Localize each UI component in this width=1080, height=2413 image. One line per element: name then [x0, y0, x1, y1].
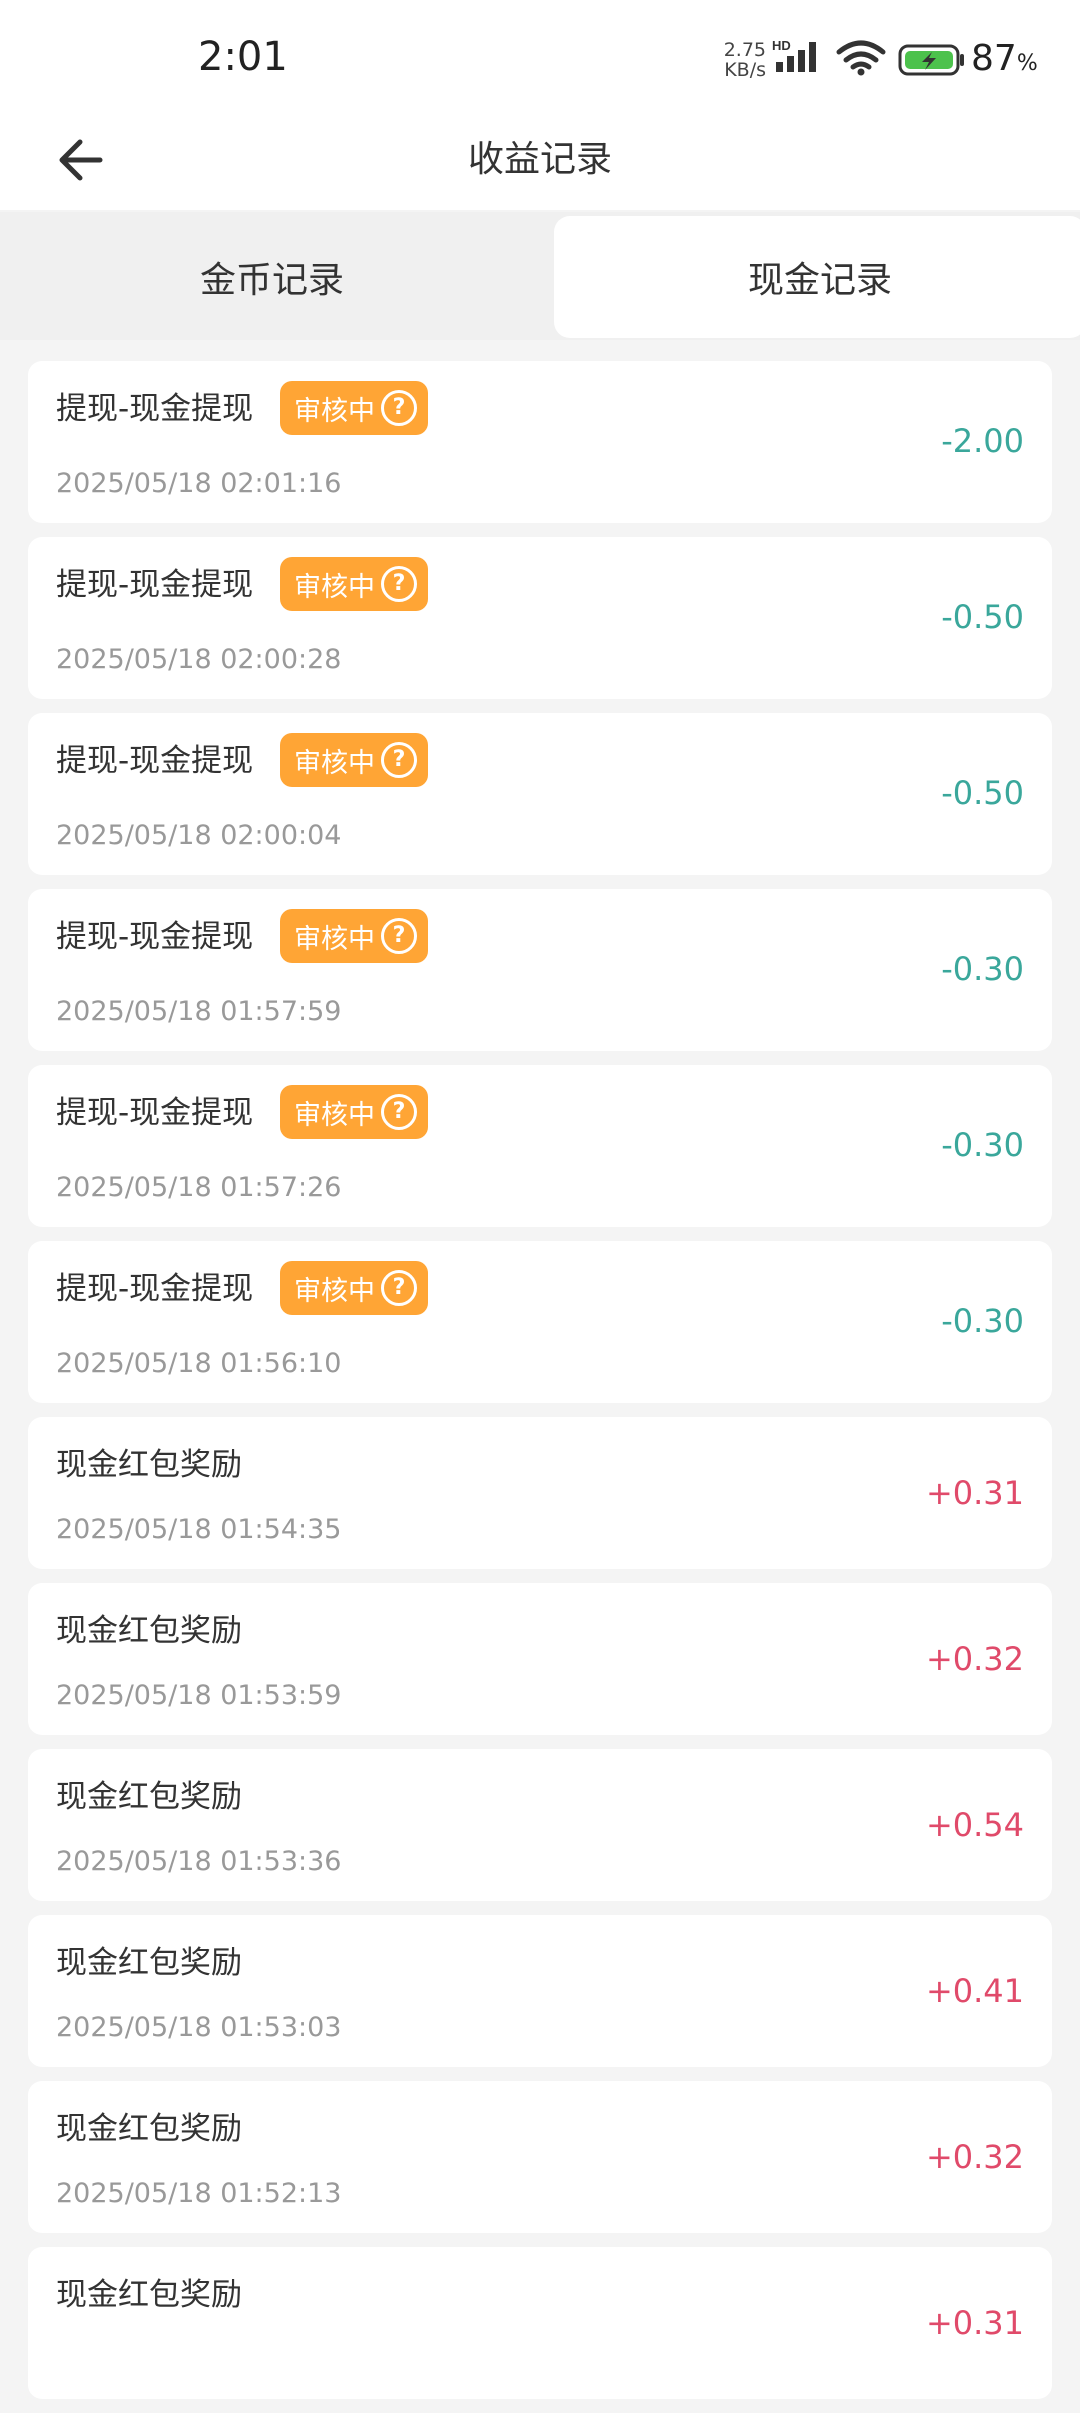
battery-percent-unit: % [1016, 51, 1038, 76]
status-badge-label: 审核中 [294, 1275, 375, 1307]
record-amount: +0.32 [925, 2138, 1024, 2176]
record-amount: -0.30 [941, 1126, 1024, 1164]
record-amount: +0.41 [925, 1972, 1024, 2010]
status-time: 2:01 [198, 34, 288, 80]
status-bar: 2:01 2.75 KB/s HD 87% [0, 0, 1080, 120]
record-title: 现金红包奖励 [56, 1779, 242, 1815]
record-time: 2025/05/18 01:54:35 [56, 1514, 342, 1545]
record-title: 现金红包奖励 [56, 2277, 242, 2313]
record-card[interactable]: 提现-现金提现 审核中? 2025/05/18 01:57:26 -0.30 [28, 1065, 1052, 1227]
record-card[interactable]: 现金红包奖励 2025/05/18 01:53:59 +0.32 [28, 1583, 1052, 1735]
record-title: 现金红包奖励 [56, 1613, 242, 1649]
record-amount: +0.54 [925, 1806, 1024, 1844]
record-time: 2025/05/18 02:01:16 [56, 468, 342, 499]
question-circle-icon[interactable]: ? [381, 566, 417, 602]
question-circle-icon[interactable]: ? [381, 1094, 417, 1130]
tab-coin-records[interactable]: 金币记录 [6, 216, 538, 338]
record-time: 2025/05/18 01:57:59 [56, 996, 342, 1027]
record-title: 现金红包奖励 [56, 1945, 242, 1981]
record-time: 2025/05/18 02:00:04 [56, 820, 342, 851]
record-title: 提现-现金提现 [56, 567, 254, 603]
record-card[interactable]: 现金红包奖励 2025/05/18 01:54:35 +0.31 [28, 1417, 1052, 1569]
svg-text:HD: HD [772, 38, 791, 53]
status-badge-label: 审核中 [294, 747, 375, 779]
status-badge-label: 审核中 [294, 923, 375, 955]
record-amount: -0.50 [941, 774, 1024, 812]
record-time: 2025/05/18 02:00:28 [56, 644, 342, 675]
record-title: 提现-现金提现 [56, 919, 254, 955]
record-card[interactable]: 提现-现金提现 审核中? 2025/05/18 02:00:28 -0.50 [28, 537, 1052, 699]
record-title: 提现-现金提现 [56, 391, 254, 427]
network-speed-value: 2.75 [723, 39, 766, 61]
record-title: 提现-现金提现 [56, 1271, 254, 1307]
record-card[interactable]: 提现-现金提现 审核中? 2025/05/18 01:56:10 -0.30 [28, 1241, 1052, 1403]
record-time: 2025/05/18 01:56:10 [56, 1348, 342, 1379]
tab-cash-records[interactable]: 现金记录 [554, 216, 1080, 338]
status-badge-label: 审核中 [294, 571, 375, 603]
network-speed-unit: KB/s [724, 59, 766, 81]
network-speed: 2.75 KB/s [722, 40, 766, 80]
record-amount: -0.30 [941, 950, 1024, 988]
record-title: 提现-现金提现 [56, 1095, 254, 1131]
status-badge-label: 审核中 [294, 395, 375, 427]
signal-icon: HD [772, 38, 816, 72]
record-amount: -2.00 [941, 422, 1024, 460]
header: 收益记录 [0, 120, 1080, 210]
record-card[interactable]: 现金红包奖励 2025/05/18 01:53:36 +0.54 [28, 1749, 1052, 1901]
wifi-icon [836, 40, 886, 76]
status-badge-label: 审核中 [294, 1099, 375, 1131]
record-amount: -0.50 [941, 598, 1024, 636]
record-amount: -0.30 [941, 1302, 1024, 1340]
record-card[interactable]: 现金红包奖励 +0.31 [28, 2247, 1052, 2399]
record-time: 2025/05/18 01:52:13 [56, 2178, 342, 2209]
question-circle-icon[interactable]: ? [381, 742, 417, 778]
record-amount: +0.31 [925, 2304, 1024, 2342]
status-badge[interactable]: 审核中? [280, 733, 428, 787]
battery-percent-value: 87 [971, 38, 1017, 79]
question-circle-icon[interactable]: ? [381, 918, 417, 954]
record-time: 2025/05/18 01:57:26 [56, 1172, 342, 1203]
battery-percent: 87% [971, 38, 1038, 79]
record-card[interactable]: 现金红包奖励 2025/05/18 01:53:03 +0.41 [28, 1915, 1052, 2067]
status-badge[interactable]: 审核中? [280, 909, 428, 963]
record-card[interactable]: 提现-现金提现 审核中? 2025/05/18 01:57:59 -0.30 [28, 889, 1052, 1051]
record-title: 现金红包奖励 [56, 2111, 242, 2147]
records-list: 提现-现金提现 审核中? 2025/05/18 02:01:16 -2.00 提现-现金… [28, 361, 1052, 2413]
question-circle-icon[interactable]: ? [381, 390, 417, 426]
record-title: 现金红包奖励 [56, 1447, 242, 1483]
record-amount: +0.32 [925, 1640, 1024, 1678]
status-badge[interactable]: 审核中? [280, 381, 428, 435]
battery-icon [898, 44, 964, 76]
record-time: 2025/05/18 01:53:36 [56, 1846, 342, 1877]
question-circle-icon[interactable]: ? [381, 1270, 417, 1306]
record-time: 2025/05/18 01:53:59 [56, 1680, 342, 1711]
page-title: 收益记录 [467, 139, 612, 180]
record-amount: +0.31 [925, 1474, 1024, 1512]
status-badge[interactable]: 审核中? [280, 557, 428, 611]
tab-bar: 金币记录 现金记录 [0, 212, 1080, 340]
record-time: 2025/05/18 01:53:03 [56, 2012, 342, 2043]
status-badge[interactable]: 审核中? [280, 1261, 428, 1315]
status-badge[interactable]: 审核中? [280, 1085, 428, 1139]
record-card[interactable]: 提现-现金提现 审核中? 2025/05/18 02:01:16 -2.00 [28, 361, 1052, 523]
record-card[interactable]: 现金红包奖励 2025/05/18 01:52:13 +0.32 [28, 2081, 1052, 2233]
record-title: 提现-现金提现 [56, 743, 254, 779]
record-card[interactable]: 提现-现金提现 审核中? 2025/05/18 02:00:04 -0.50 [28, 713, 1052, 875]
